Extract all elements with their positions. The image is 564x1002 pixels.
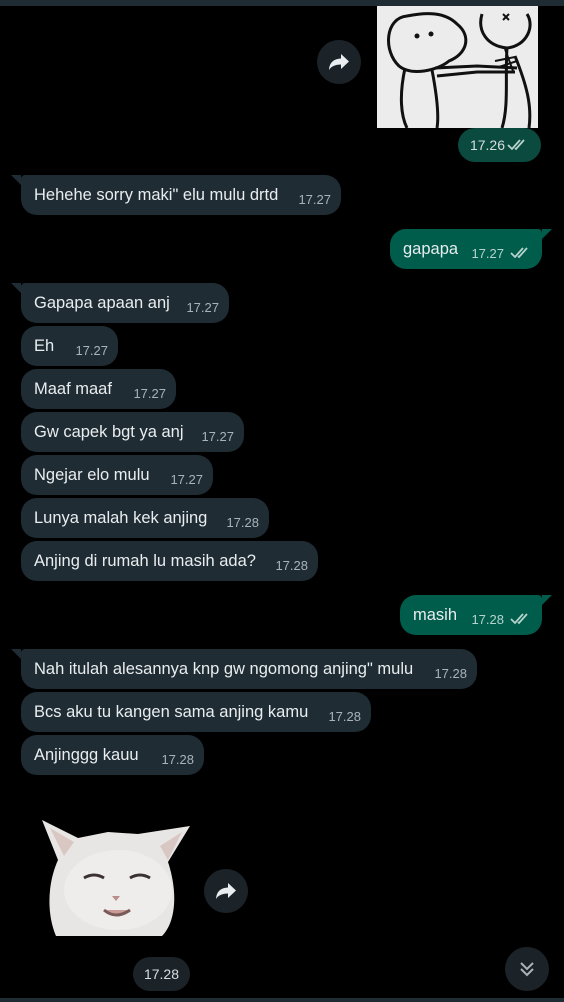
double-check-icon <box>510 247 528 259</box>
forward-arrow-icon <box>216 883 236 899</box>
incoming-message[interactable]: Anjing di rumah lu masih ada? 17.28 <box>21 541 318 581</box>
incoming-message[interactable]: Gw capek bgt ya anj 17.27 <box>21 412 244 452</box>
message-time: 17.28 <box>434 666 467 681</box>
incoming-message[interactable]: Eh 17.27 <box>21 326 118 366</box>
sticker-time-pill: 17.26 <box>458 128 541 162</box>
message-time: 17.28 <box>275 558 308 573</box>
sticker-white-cat[interactable] <box>38 812 196 942</box>
chevrons-down-icon <box>520 962 534 977</box>
bubble-tail <box>11 283 21 293</box>
message-time: 17.27 <box>186 300 219 315</box>
message-text: Anjinggg kauu <box>34 745 139 764</box>
message-time: 17.28 <box>471 612 504 627</box>
message-text: gapapa <box>403 239 459 258</box>
double-check-icon <box>507 139 525 151</box>
bottom-edge-strip <box>0 998 564 1002</box>
bubble-tail <box>11 649 21 659</box>
message-text: Bcs aku tu kangen sama anjing kamu <box>34 702 309 721</box>
message-time: 17.27 <box>75 343 108 358</box>
message-text: Gw capek bgt ya anj <box>34 422 184 441</box>
message-time: 17.28 <box>161 752 194 767</box>
message-text: Ngejar elo mulu <box>34 465 150 484</box>
message-text: masih <box>413 605 458 624</box>
forward-button[interactable] <box>204 869 248 913</box>
forward-button[interactable] <box>317 40 361 84</box>
bubble-tail <box>542 595 552 605</box>
outgoing-message[interactable]: masih 17.28 <box>400 595 542 635</box>
message-text: Nah itulah alesannya knp gw ngomong anji… <box>34 659 414 678</box>
message-time: 17.28 <box>143 966 180 982</box>
message-text: Gapapa apaan anj <box>34 293 170 312</box>
outgoing-message[interactable]: gapapa 17.27 <box>390 229 542 269</box>
message-text: Lunya malah kek anjing <box>34 508 208 527</box>
sticker-stick-figures[interactable] <box>377 6 538 128</box>
message-time: 17.27 <box>201 429 234 444</box>
white-cat-drawing <box>42 820 190 936</box>
message-text: Anjing di rumah lu masih ada? <box>34 551 256 570</box>
sticker-time-pill: 17.28 <box>133 957 190 991</box>
message-time: 17.27 <box>471 246 504 261</box>
message-time: 17.27 <box>170 472 203 487</box>
message-text: Maaf maaf <box>34 379 112 398</box>
bubble-tail <box>542 229 552 239</box>
message-text: Eh <box>34 336 55 355</box>
incoming-message[interactable]: Lunya malah kek anjing 17.28 <box>21 498 269 538</box>
incoming-message[interactable]: Anjinggg kauu 17.28 <box>21 735 204 775</box>
message-text: Hehehe sorry maki" elu mulu drtd <box>34 185 279 204</box>
message-time: 17.27 <box>298 192 331 207</box>
incoming-message[interactable]: Nah itulah alesannya knp gw ngomong anji… <box>21 649 477 689</box>
stick-figures-drawing <box>377 6 538 128</box>
scroll-to-bottom-button[interactable] <box>505 947 549 991</box>
message-time: 17.28 <box>328 709 361 724</box>
incoming-message[interactable]: Ngejar elo mulu 17.27 <box>21 455 213 495</box>
bubble-tail <box>11 175 21 185</box>
double-check-icon <box>510 613 528 625</box>
incoming-message[interactable]: Bcs aku tu kangen sama anjing kamu 17.28 <box>21 692 371 732</box>
message-time: 17.26 <box>469 137 506 153</box>
message-time: 17.27 <box>133 386 166 401</box>
incoming-message[interactable]: Maaf maaf 17.27 <box>21 369 176 409</box>
incoming-message[interactable]: Hehehe sorry maki" elu mulu drtd 17.27 <box>21 175 341 215</box>
incoming-message[interactable]: Gapapa apaan anj 17.27 <box>21 283 229 323</box>
message-time: 17.28 <box>226 515 259 530</box>
forward-arrow-icon <box>329 54 349 70</box>
